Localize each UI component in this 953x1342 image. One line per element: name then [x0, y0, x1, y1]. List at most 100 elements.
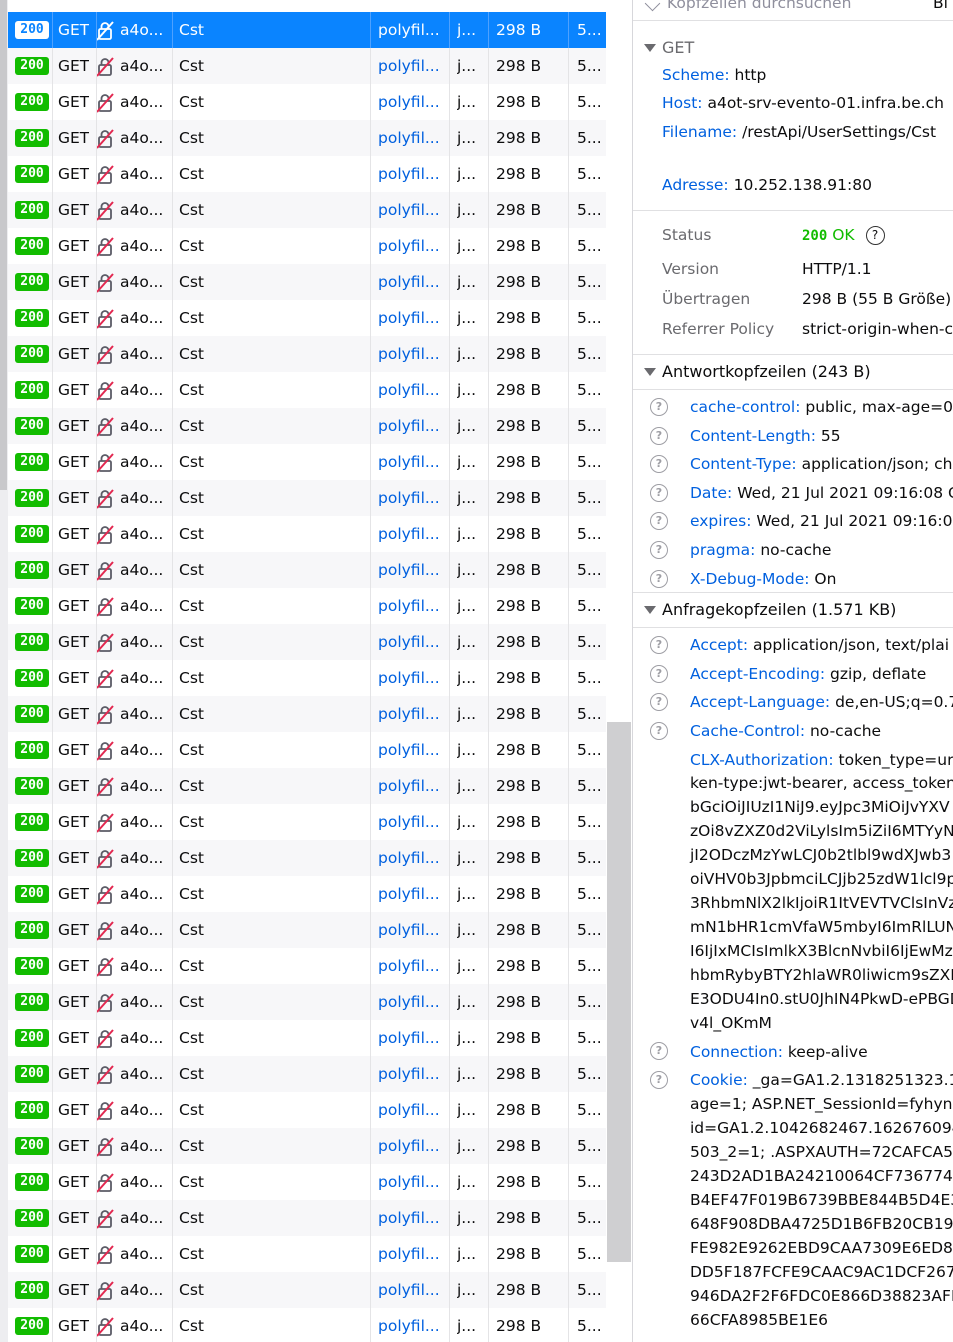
- request-row[interactable]: 200 GET a4o... Cst polyfil... j... 298 B 5...: [8, 1200, 606, 1236]
- initiator-cell[interactable]: polyfil...: [378, 516, 448, 552]
- request-list-scrollbar-thumb[interactable]: [607, 722, 631, 1262]
- column-divider: [568, 660, 569, 696]
- initiator-cell[interactable]: polyfil...: [378, 1056, 448, 1092]
- initiator-cell[interactable]: polyfil...: [378, 624, 448, 660]
- request-row[interactable]: 200 GET a4o... Cst polyfil... j... 298 B 5...: [8, 1236, 606, 1272]
- initiator-cell[interactable]: polyfil...: [378, 1164, 448, 1200]
- initiator-cell[interactable]: polyfil...: [378, 300, 448, 336]
- initiator-cell[interactable]: polyfil...: [378, 1092, 448, 1128]
- help-icon[interactable]: ?: [650, 569, 668, 588]
- initiator-cell[interactable]: polyfil...: [378, 336, 448, 372]
- initiator-cell[interactable]: polyfil...: [378, 1236, 448, 1272]
- request-row[interactable]: 200 GET a4o... Cst polyfil... j... 298 B 5...: [8, 408, 606, 444]
- help-icon[interactable]: ?: [650, 512, 668, 531]
- initiator-cell[interactable]: polyfil...: [378, 120, 448, 156]
- help-icon[interactable]: ?: [650, 398, 668, 416]
- request-row[interactable]: 200 GET a4o... Cst polyfil... j... 298 B 5...: [8, 228, 606, 264]
- request-row[interactable]: 200 GET a4o... Cst polyfil... j... 298 B 5...: [8, 1092, 606, 1128]
- request-row[interactable]: 200 GET a4o... Cst polyfil... j... 298 B 5...: [8, 1272, 606, 1308]
- help-icon[interactable]: ?: [650, 636, 668, 654]
- request-row[interactable]: 200 GET a4o... Cst polyfil... j... 298 B 5...: [8, 48, 606, 84]
- request-row[interactable]: 200 GET a4o... Cst polyfil... j... 298 B 5...: [8, 372, 606, 408]
- request-row[interactable]: 200 GET a4o... Cst polyfil... j... 298 B 5...: [8, 264, 606, 300]
- request-row[interactable]: 200 GET a4o... Cst polyfil... j... 298 B 5...: [8, 732, 606, 768]
- request-row[interactable]: 200 GET a4o... Cst polyfil... j... 298 B 5...: [8, 480, 606, 516]
- request-row[interactable]: 200 GET a4o... Cst polyfil... j... 298 B 5...: [8, 696, 606, 732]
- help-icon[interactable]: ?: [650, 483, 668, 502]
- request-row[interactable]: 200 GET a4o... Cst polyfil... j... 298 B 5...: [8, 300, 606, 336]
- help-icon[interactable]: ?: [650, 664, 668, 683]
- headers-filter-input[interactable]: Kopfzeilen durchsuchen: [667, 0, 851, 20]
- request-row[interactable]: 200 GET a4o... Cst polyfil... j... 298 B 5...: [8, 156, 606, 192]
- request-row[interactable]: 200 GET a4o... Cst polyfil... j... 298 B 5...: [8, 12, 606, 48]
- request-row[interactable]: 200 GET a4o... Cst polyfil... j... 298 B 5...: [8, 192, 606, 228]
- type-cell: j...: [457, 1029, 477, 1047]
- request-row[interactable]: 200 GET a4o... Cst polyfil... j... 298 B 5...: [8, 552, 606, 588]
- initiator-cell[interactable]: polyfil...: [378, 444, 448, 480]
- request-row[interactable]: 200 GET a4o... Cst polyfil... j... 298 B 5...: [8, 624, 606, 660]
- initiator-cell[interactable]: polyfil...: [378, 1128, 448, 1164]
- initiator-cell[interactable]: polyfil...: [378, 804, 448, 840]
- help-icon[interactable]: ?: [650, 693, 668, 712]
- request-row[interactable]: 200 GET a4o... Cst polyfil... j... 298 B 5...: [8, 948, 606, 984]
- request-row[interactable]: 200 GET a4o... Cst polyfil... j... 298 B 5...: [8, 120, 606, 156]
- request-row[interactable]: 200 GET a4o... Cst polyfil... j... 298 B 5...: [8, 84, 606, 120]
- request-row[interactable]: 200 GET a4o... Cst polyfil... j... 298 B 5...: [8, 804, 606, 840]
- initiator-cell[interactable]: polyfil...: [378, 912, 448, 948]
- request-row[interactable]: 200 GET a4o... Cst polyfil... j... 298 B 5...: [8, 1308, 606, 1342]
- request-row[interactable]: 200 GET a4o... Cst polyfil... j... 298 B 5...: [8, 912, 606, 948]
- help-icon[interactable]: ?: [650, 1042, 668, 1060]
- request-row[interactable]: 200 GET a4o... Cst polyfil... j... 298 B 5...: [8, 1020, 606, 1056]
- initiator-cell[interactable]: polyfil...: [378, 156, 448, 192]
- request-row[interactable]: 200 GET a4o... Cst polyfil... j... 298 B 5...: [8, 1164, 606, 1200]
- initiator-cell[interactable]: polyfil...: [378, 552, 448, 588]
- request-row[interactable]: 200 GET a4o... Cst polyfil... j... 298 B 5...: [8, 876, 606, 912]
- request-row[interactable]: 200 GET a4o... Cst polyfil... j... 298 B 5...: [8, 984, 606, 1020]
- initiator-cell[interactable]: polyfil...: [378, 12, 448, 48]
- initiator-cell[interactable]: polyfil...: [378, 84, 448, 120]
- initiator-cell[interactable]: polyfil...: [378, 1200, 448, 1236]
- initiator-cell[interactable]: polyfil...: [378, 696, 448, 732]
- request-row[interactable]: 200 GET a4o... Cst polyfil... j... 298 B 5...: [8, 1128, 606, 1164]
- outer-scrollbar-thumb[interactable]: [0, 0, 7, 490]
- initiator-cell[interactable]: polyfil...: [378, 264, 448, 300]
- initiator-cell[interactable]: polyfil...: [378, 948, 448, 984]
- initiator-cell[interactable]: polyfil...: [378, 1272, 448, 1308]
- request-row[interactable]: 200 GET a4o... Cst polyfil... j... 298 B 5...: [8, 768, 606, 804]
- request-row[interactable]: 200 GET a4o... Cst polyfil... j... 298 B 5...: [8, 588, 606, 624]
- initiator-cell[interactable]: polyfil...: [378, 660, 448, 696]
- help-icon[interactable]: ?: [865, 226, 885, 245]
- initiator-cell[interactable]: polyfil...: [378, 480, 448, 516]
- initiator-cell[interactable]: polyfil...: [378, 1020, 448, 1056]
- request-row[interactable]: 200 GET a4o... Cst polyfil... j... 298 B 5...: [8, 516, 606, 552]
- domain-cell: a4o...: [120, 165, 164, 183]
- general-section-toggle[interactable]: GET: [633, 31, 953, 65]
- help-icon[interactable]: ?: [650, 1071, 668, 1089]
- column-divider: [488, 1056, 489, 1092]
- initiator-cell[interactable]: polyfil...: [378, 1308, 448, 1342]
- help-icon[interactable]: ?: [650, 455, 668, 474]
- initiator-cell[interactable]: polyfil...: [378, 876, 448, 912]
- help-icon[interactable]: ?: [650, 541, 668, 559]
- response-headers-toggle[interactable]: Antwortkopfzeilen (243 B): [633, 354, 953, 390]
- request-row[interactable]: 200 GET a4o... Cst polyfil... j... 298 B 5...: [8, 840, 606, 876]
- initiator-cell[interactable]: polyfil...: [378, 732, 448, 768]
- initiator-cell[interactable]: polyfil...: [378, 48, 448, 84]
- request-row[interactable]: 200 GET a4o... Cst polyfil... j... 298 B 5...: [8, 660, 606, 696]
- initiator-cell[interactable]: polyfil...: [378, 840, 448, 876]
- request-headers-toggle[interactable]: Anfragekopfzeilen (1.571 KB): [633, 592, 953, 628]
- column-divider: [568, 192, 569, 228]
- initiator-cell[interactable]: polyfil...: [378, 228, 448, 264]
- help-icon[interactable]: ?: [650, 426, 668, 445]
- block-button[interactable]: Bl: [933, 0, 948, 20]
- request-row[interactable]: 200 GET a4o... Cst polyfil... j... 298 B 5...: [8, 1056, 606, 1092]
- initiator-cell[interactable]: polyfil...: [378, 192, 448, 228]
- initiator-cell[interactable]: polyfil...: [378, 984, 448, 1020]
- request-row[interactable]: 200 GET a4o... Cst polyfil... j... 298 B 5...: [8, 444, 606, 480]
- request-row[interactable]: 200 GET a4o... Cst polyfil... j... 298 B 5...: [8, 336, 606, 372]
- initiator-cell[interactable]: polyfil...: [378, 768, 448, 804]
- initiator-cell[interactable]: polyfil...: [378, 588, 448, 624]
- initiator-cell[interactable]: polyfil...: [378, 408, 448, 444]
- initiator-cell[interactable]: polyfil...: [378, 372, 448, 408]
- help-icon[interactable]: ?: [650, 721, 668, 740]
